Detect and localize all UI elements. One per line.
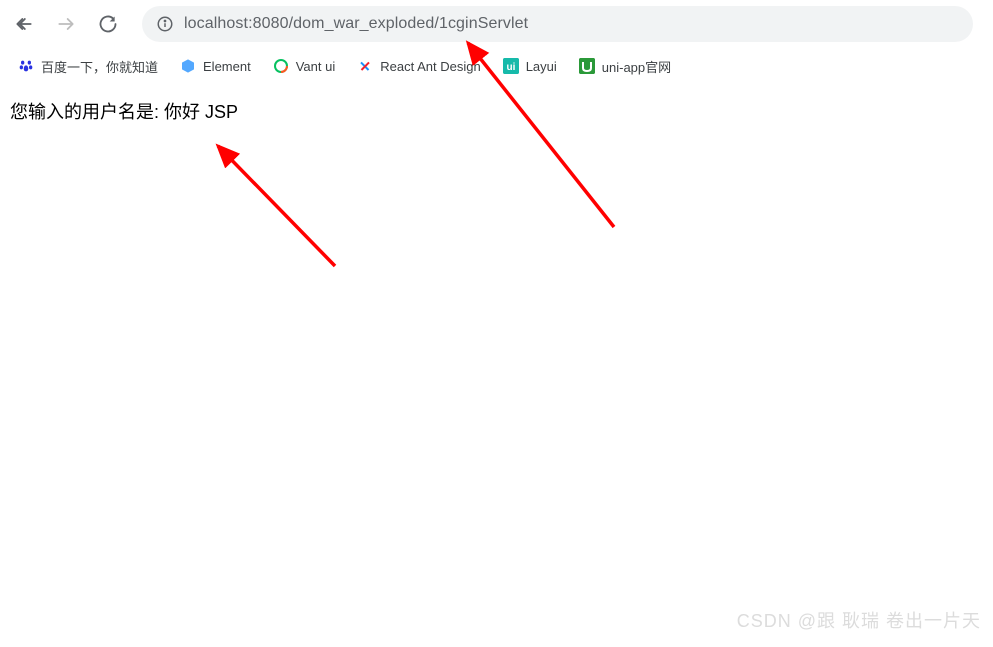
forward-button[interactable] <box>52 10 80 38</box>
bookmark-label: Vant ui <box>296 59 336 74</box>
browser-toolbar: localhost:8080/dom_war_exploded/1cginSer… <box>0 0 993 48</box>
url-host: localhost <box>184 15 248 32</box>
back-button[interactable] <box>10 10 38 38</box>
url-text: localhost:8080/dom_war_exploded/1cginSer… <box>184 15 528 33</box>
url-port: :8080 <box>248 15 289 32</box>
url-path: /dom_war_exploded/1cginServlet <box>289 15 529 32</box>
react-icon <box>357 58 373 74</box>
arrow-to-content <box>218 146 335 266</box>
layui-icon: ui <box>503 58 519 74</box>
bookmark-layui[interactable]: ui Layui <box>503 58 557 74</box>
site-info-icon[interactable] <box>156 15 174 33</box>
arrow-right-icon <box>56 14 76 34</box>
watermark-text: CSDN @跟 耿瑞 卷出一片天 <box>737 607 981 633</box>
uniapp-icon <box>579 58 595 74</box>
address-bar[interactable]: localhost:8080/dom_war_exploded/1cginSer… <box>142 6 973 42</box>
bookmark-label: Layui <box>526 59 557 74</box>
content-message: 您输入的用户名是: 你好 JSP <box>10 98 983 124</box>
element-icon <box>180 58 196 74</box>
bookmark-element[interactable]: Element <box>180 58 251 74</box>
bookmark-label: React Ant Design <box>380 59 480 74</box>
page-content: 您输入的用户名是: 你好 JSP <box>0 84 993 138</box>
reload-icon <box>98 14 118 34</box>
arrow-left-icon <box>14 14 34 34</box>
bookmark-baidu[interactable]: 百度一下，你就知道 <box>18 57 158 76</box>
bookmarks-bar: 百度一下，你就知道 Element Vant ui React Ant Desi… <box>0 48 993 84</box>
bookmark-react[interactable]: React Ant Design <box>357 58 480 74</box>
bookmark-vant[interactable]: Vant ui <box>273 58 336 74</box>
bookmark-label: 百度一下，你就知道 <box>41 57 158 76</box>
bookmark-label: uni-app官网 <box>602 57 671 76</box>
bookmark-label: Element <box>203 59 251 74</box>
svg-text:ui: ui <box>506 62 515 73</box>
reload-button[interactable] <box>94 10 122 38</box>
vant-icon <box>273 58 289 74</box>
baidu-icon <box>18 58 34 74</box>
bookmark-uniapp[interactable]: uni-app官网 <box>579 57 671 76</box>
